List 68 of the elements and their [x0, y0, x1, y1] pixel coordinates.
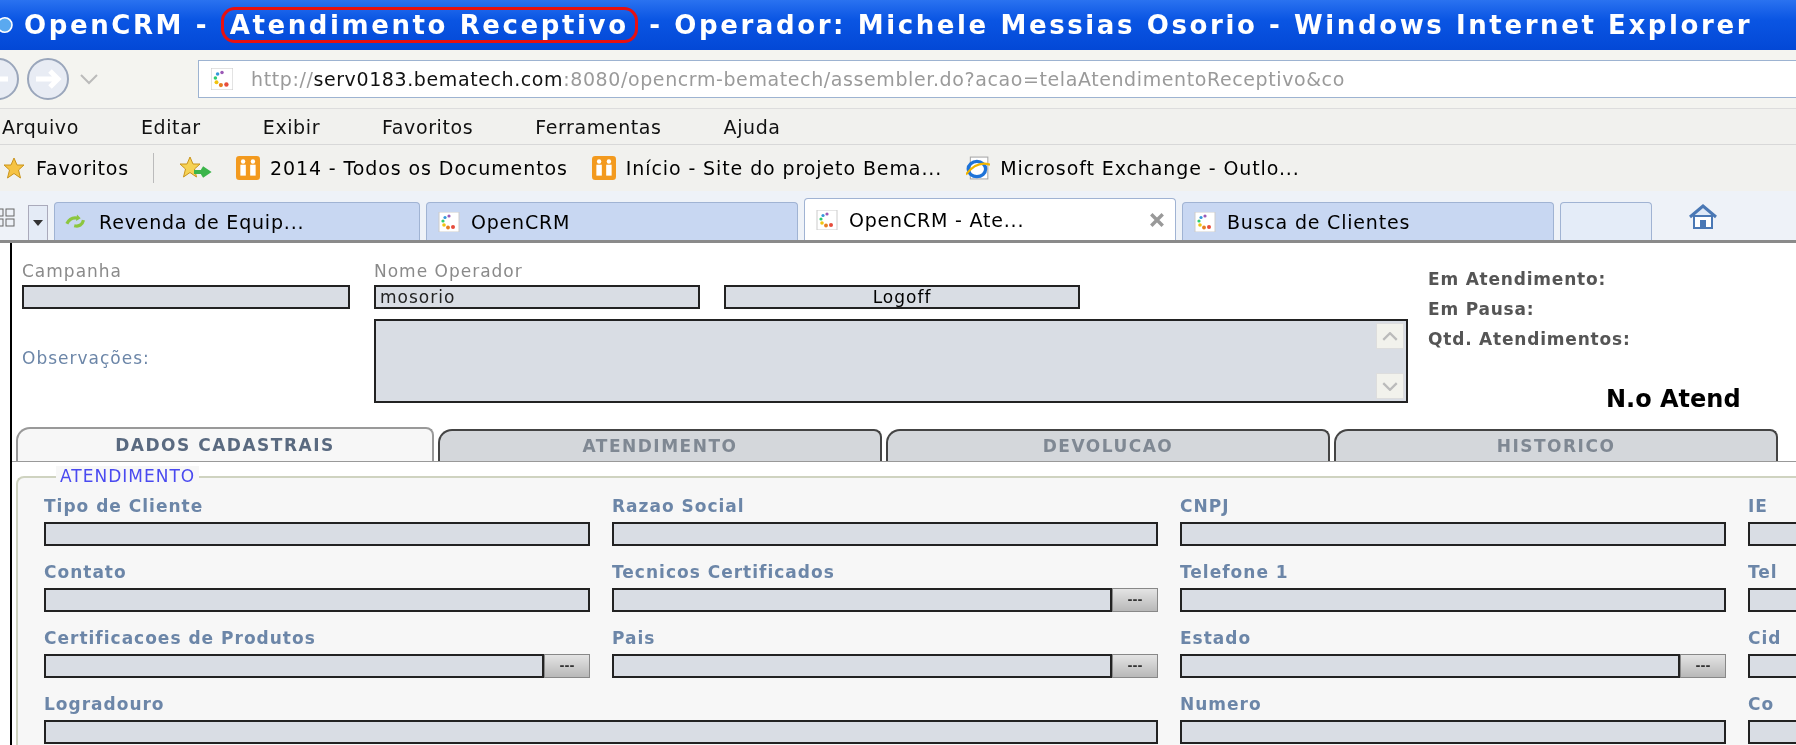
menu-item[interactable]: Favoritos — [382, 115, 474, 138]
field-label: Tipo de Cliente — [44, 496, 205, 516]
address-field[interactable]: http://serv0183.bematech.com:8080/opencrm-bematech/assembler.do?acao=telaAtendimentoReceptivo&co — [198, 60, 1796, 98]
field-label: IE — [1748, 496, 1769, 516]
input-field[interactable] — [612, 654, 1112, 678]
field-label: Telefone 1 — [1180, 562, 1290, 582]
lookup-button[interactable]: --- — [544, 654, 590, 678]
input-field[interactable] — [44, 654, 544, 678]
field-label: Tel — [1748, 562, 1779, 582]
ticket-number-label: N.o Atend — [1606, 385, 1742, 413]
star-icon — [2, 156, 26, 180]
tab-list-button[interactable] — [28, 205, 48, 240]
input-field[interactable] — [44, 588, 590, 612]
status-label: Em Pausa: — [1428, 299, 1536, 319]
input-field[interactable] — [1180, 522, 1726, 546]
field-label: Nome Operador — [374, 261, 524, 281]
browser-tab[interactable]: Revenda de Equip... — [54, 202, 420, 240]
menu-item[interactable]: Ferramentas — [535, 115, 662, 138]
menu-item[interactable]: Ajuda — [723, 115, 781, 138]
logoff-button[interactable]: Logoff — [724, 285, 1080, 309]
browser-tab[interactable]: OpenCRM - Ate... — [804, 198, 1176, 240]
form-tab[interactable]: DADOS CADASTRAIS — [16, 427, 434, 461]
favorites-button[interactable]: Favoritos — [2, 156, 129, 180]
input-field[interactable] — [44, 522, 590, 546]
people-icon — [591, 156, 616, 180]
field-label: Campanha — [22, 261, 124, 281]
chevron-down-icon — [1382, 381, 1398, 391]
field-label: Estado — [1180, 628, 1253, 648]
field-label: Pais — [612, 628, 657, 648]
field-label: Certificacoes de Produtos — [44, 628, 317, 648]
input-field[interactable] — [1180, 654, 1680, 678]
lookup-button[interactable]: --- — [1112, 654, 1158, 678]
favorite-link[interactable]: Microsoft Exchange - Outlo... — [966, 156, 1300, 180]
close-icon[interactable] — [1149, 211, 1165, 228]
field-label: Observações: — [22, 348, 151, 368]
favorite-link[interactable]: 2014 - Todos os Documentos — [235, 156, 568, 180]
field-label: Razao Social — [612, 496, 746, 516]
field-label: Tecnicos Certificados — [612, 562, 836, 582]
window-title: OpenCRM - Atendimento Receptivo - Operador: Michele Messias Osorio - Windows Internet Explorer — [24, 10, 1753, 40]
status-label: Em Atendimento: — [1428, 269, 1608, 289]
browser-page-icon — [966, 156, 991, 180]
field-label: CNPJ — [1180, 496, 1231, 516]
field-label: Cid — [1748, 628, 1783, 648]
field-label: Contato — [44, 562, 128, 582]
status-label: Qtd. Atendimentos: — [1428, 329, 1632, 349]
people-icon — [235, 156, 260, 180]
lookup-button[interactable]: --- — [1112, 588, 1158, 612]
input-field[interactable] — [1180, 720, 1726, 744]
field-label: Co — [1748, 694, 1776, 714]
lookup-button[interactable]: --- — [1680, 654, 1726, 678]
field-label: Logradouro — [44, 694, 166, 714]
menu-item[interactable]: Exibir — [262, 115, 321, 138]
menu-item[interactable]: Editar — [140, 115, 201, 138]
field-label: Numero — [1180, 694, 1263, 714]
menu-item[interactable]: Arquivo — [2, 115, 79, 138]
caret-icon — [33, 220, 43, 226]
input-field[interactable] — [1180, 588, 1726, 612]
input-field[interactable] — [612, 522, 1158, 546]
browser-tab[interactable]: OpenCRM — [426, 202, 798, 240]
input-field[interactable] — [612, 588, 1112, 612]
input-field[interactable] — [22, 285, 350, 309]
favorite-link[interactable]: Início - Site do projeto Bema... — [591, 156, 943, 180]
input-field[interactable]: mosorio — [374, 285, 700, 309]
browser-tab[interactable]: Busca de Clientes — [1182, 202, 1554, 240]
quick-tabs-icon[interactable] — [0, 208, 16, 228]
home-icon[interactable] — [1688, 204, 1718, 230]
chevron-up-icon — [1382, 331, 1398, 341]
input-field[interactable] — [44, 720, 1158, 744]
